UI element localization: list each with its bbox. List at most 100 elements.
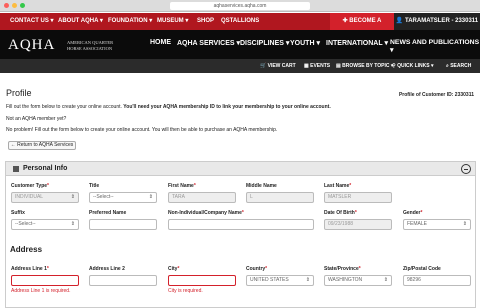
dob-field[interactable]: 09/23/1988 [324, 219, 392, 230]
nav-foundation[interactable]: FOUNDATION ▾ [108, 13, 152, 30]
nav-disciplines[interactable]: DISCIPLINES ▾ [240, 39, 289, 47]
search-link[interactable]: ⌕ SEARCH [446, 59, 471, 73]
nav-home[interactable]: HOME [150, 39, 171, 46]
address-line2-label: Address Line 2 [89, 266, 125, 272]
required-mark: * [241, 210, 244, 216]
nav-about-aqha[interactable]: ABOUT AQHA ▾ [58, 13, 103, 30]
view-cart-link[interactable]: 🛒 VIEW CART [260, 59, 296, 73]
nav-youth[interactable]: YOUTH ▾ [290, 39, 320, 47]
quick-links-link[interactable]: ⚲ QUICK LINKS ▾ [392, 59, 433, 73]
instructions-text: Fill out the form below to create your o… [6, 104, 124, 110]
city-error: City is required. [168, 288, 203, 294]
nav-contact-us[interactable]: CONTACT US ▾ [10, 13, 54, 30]
suffix-select[interactable]: --Select-- [11, 219, 79, 230]
state-select[interactable]: WASHINGTON [324, 275, 392, 286]
required-mark: * [177, 266, 180, 272]
browse-label: BROWSE BY TOPIC ▾ [342, 63, 394, 69]
suffix-label: Suffix [11, 210, 25, 216]
required-mark: * [193, 183, 196, 189]
required-mark: * [265, 266, 268, 272]
address-line1-field[interactable] [11, 275, 79, 286]
zip-field[interactable]: 98296 [403, 275, 471, 286]
required-mark: * [420, 210, 423, 216]
minimize-icon[interactable] [12, 3, 17, 8]
label-text: Country [246, 266, 266, 272]
maximize-icon[interactable] [20, 3, 25, 8]
utility-bar: 🛒 VIEW CART ▦ EVENTS ▤ BROWSE BY TOPIC ▾… [0, 59, 480, 73]
view-cart-label: VIEW CART [267, 63, 296, 69]
user-account-label: TARAMATSLER - 2330311 [405, 18, 479, 24]
title-label: Title [89, 183, 100, 189]
nav-museum[interactable]: MUSEUM ▾ [157, 13, 188, 30]
label-text: Customer Type [11, 183, 48, 189]
country-label: Country* [246, 266, 267, 272]
browser-chrome: aqhaservices.aqha.com [0, 0, 480, 12]
instructions-bold: You'll need your AQHA membership ID to l… [123, 104, 331, 110]
middle-name-label: Middle Name [246, 183, 277, 189]
required-mark: * [358, 266, 361, 272]
cart-icon: 🛒 [260, 63, 268, 69]
label-text: State/Province [324, 266, 359, 272]
return-to-services-button[interactable]: ← Return to AQHA Services [8, 141, 76, 150]
required-mark: * [46, 266, 49, 272]
instructions-line-3: No problem! Fill out the form below to c… [6, 127, 278, 133]
company-name-field[interactable] [168, 219, 314, 230]
middle-name-field[interactable]: L [246, 192, 314, 203]
preferred-name-field[interactable] [89, 219, 157, 230]
label-text: Last Name [324, 183, 350, 189]
state-label: State/Province* [324, 266, 361, 272]
events-label: EVENTS [310, 63, 331, 69]
window-controls[interactable] [4, 3, 25, 8]
personal-info-header[interactable]: Personal Info [5, 161, 476, 176]
nav-qstallions[interactable]: QSTALLIONS [221, 13, 259, 30]
url-bar[interactable]: aqhaservices.aqha.com [170, 2, 310, 10]
instructions-line-2: Not an AQHA member yet? [6, 116, 67, 122]
quick-links-label: QUICK LINKS ▾ [397, 63, 434, 69]
company-name-label: Non-Individual/Company Name* [168, 210, 244, 216]
nav-international[interactable]: INTERNATIONAL ▾ [326, 39, 388, 47]
search-label: SEARCH [450, 63, 472, 69]
preferred-name-label: Preferred Name [89, 210, 127, 216]
person-icon [13, 166, 19, 172]
city-label: City* [168, 266, 179, 272]
address-heading: Address [10, 245, 43, 254]
dob-label: Date Of Birth* [324, 210, 357, 216]
aqha-logo[interactable]: AQHA [8, 37, 55, 54]
gender-select[interactable]: FEMALE [403, 219, 471, 230]
first-name-label: First Name* [168, 183, 196, 189]
close-icon[interactable] [4, 3, 9, 8]
nav-aqha-services[interactable]: AQHA SERVICES ▾ [177, 39, 240, 47]
instructions-line-1: Fill out the form below to create your o… [6, 104, 331, 110]
required-mark: * [349, 183, 352, 189]
customer-type-select[interactable]: INDIVIDUAL [11, 192, 79, 203]
label-text: Address Line 1 [11, 266, 47, 272]
label-text: First Name [168, 183, 194, 189]
browse-by-topic-link[interactable]: ▤ BROWSE BY TOPIC ▾ [336, 59, 393, 73]
country-select[interactable]: UNITED STATES [246, 275, 314, 286]
logo-subtitle: AMERICAN QUARTER HORSE ASSOCIATION [67, 40, 114, 51]
collapse-icon[interactable] [461, 164, 471, 174]
label-text: Non-Individual/Company Name [168, 210, 242, 216]
nav-shop[interactable]: SHOP [197, 13, 214, 30]
label-text: Gender [403, 210, 421, 216]
main-nav: AQHA AMERICAN QUARTER HORSE ASSOCIATION … [0, 30, 480, 59]
become-member-button[interactable]: ✚ BECOME A MEMBER [330, 13, 394, 41]
nav-news-publications[interactable]: NEWS AND PUBLICATIONS ▾ [390, 39, 480, 54]
address-line1-label: Address Line 1* [11, 266, 49, 272]
last-name-label: Last Name* [324, 183, 351, 189]
city-field[interactable] [168, 275, 236, 286]
profile-id: Profile of Customer ID: 2330311 [398, 92, 474, 98]
customer-type-label: Customer Type* [11, 183, 49, 189]
address-line1-error: Address Line 1 is required. [11, 288, 71, 294]
events-link[interactable]: ▦ EVENTS [304, 59, 330, 73]
last-name-field[interactable]: MATSLER [324, 192, 392, 203]
address-line2-field[interactable] [89, 275, 157, 286]
zip-label: Zip/Postal Code [403, 266, 441, 272]
first-name-field[interactable]: TARA [168, 192, 236, 203]
title-select[interactable]: --Select-- [89, 192, 157, 203]
gender-label: Gender* [403, 210, 422, 216]
required-mark: * [354, 210, 357, 216]
user-account-button[interactable]: 👤 TARAMATSLER - 2330311 [394, 13, 480, 30]
personal-info-heading: Personal Info [23, 165, 68, 172]
required-mark: * [47, 183, 49, 189]
